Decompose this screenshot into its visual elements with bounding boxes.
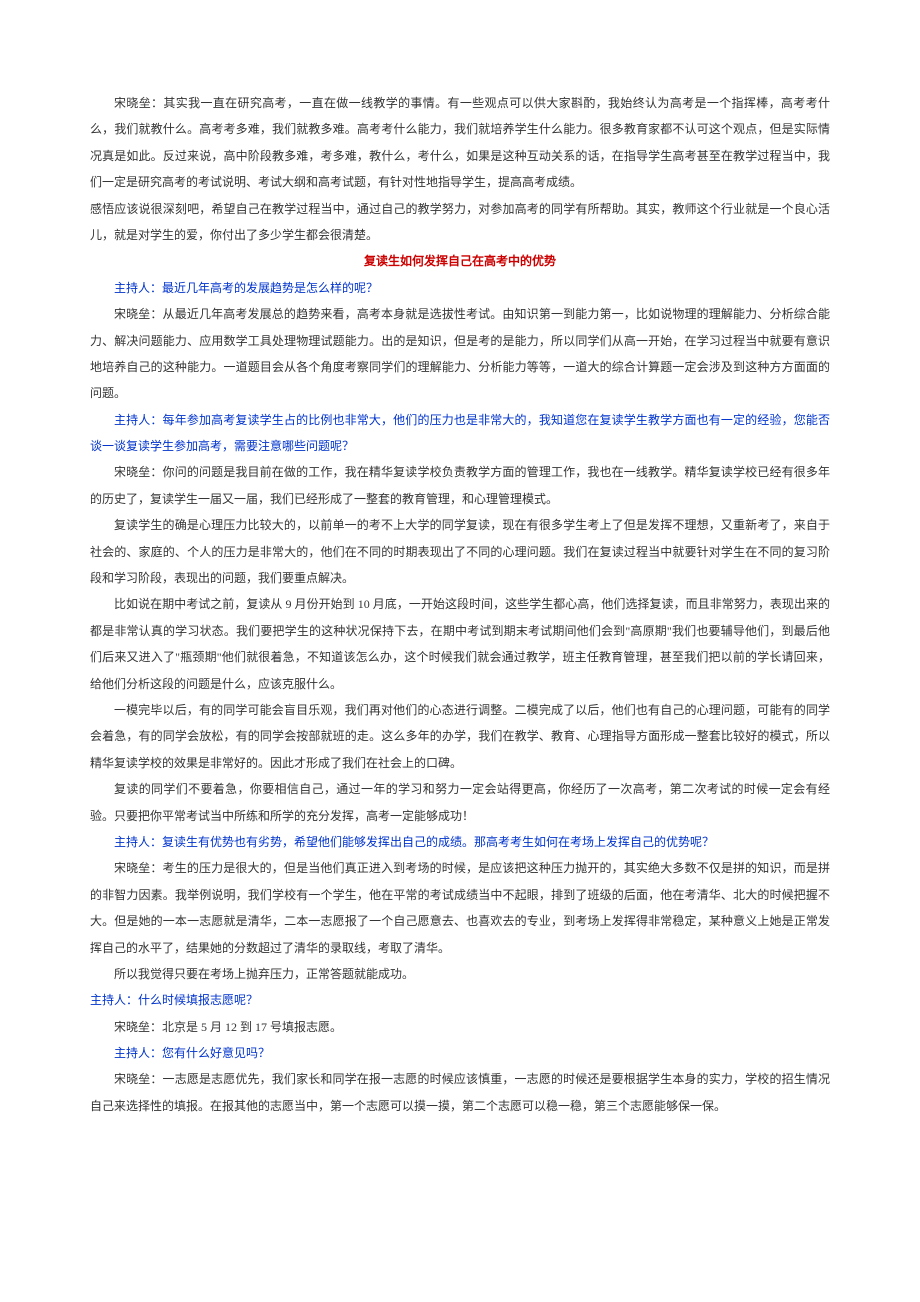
answer-paragraph: 宋晓垒：北京是 5 月 12 到 17 号填报志愿。: [90, 1014, 830, 1040]
answer-paragraph: 宋晓垒：考生的压力是很大的，但是当他们真正进入到考场的时候，是应该把这种压力抛开…: [90, 855, 830, 961]
host-question: 主持人：每年参加高考复读学生占的比例也非常大，他们的压力也是非常大的，我知道您在…: [90, 407, 830, 460]
answer-paragraph: 感悟应该说很深刻吧，希望自己在教学过程当中，通过自己的教学努力，对参加高考的同学…: [90, 196, 830, 249]
answer-paragraph: 复读的同学们不要着急，你要相信自己，通过一年的学习和努力一定会站得更高，你经历了…: [90, 776, 830, 829]
host-question: 主持人：您有什么好意见吗？: [90, 1040, 830, 1066]
section-heading: 复读生如何发挥自己在高考中的优势: [90, 248, 830, 274]
answer-paragraph: 宋晓垒：从最近几年高考发展总的趋势来看，高考本身就是选拔性考试。由知识第一到能力…: [90, 301, 830, 407]
answer-paragraph: 一模完毕以后，有的同学可能会盲目乐观，我们再对他们的心态进行调整。二模完成了以后…: [90, 697, 830, 776]
answer-paragraph: 宋晓垒：一志愿是志愿优先，我们家长和同学在报一志愿的时候应该慎重，一志愿的时候还…: [90, 1066, 830, 1119]
answer-paragraph: 宋晓垒：其实我一直在研究高考，一直在做一线教学的事情。有一些观点可以供大家斟酌，…: [90, 90, 830, 196]
host-question: 主持人：复读生有优势也有劣势，希望他们能够发挥出自己的成绩。那高考考生如何在考场…: [90, 829, 830, 855]
article-page: 宋晓垒：其实我一直在研究高考，一直在做一线教学的事情。有一些观点可以供大家斟酌，…: [0, 0, 920, 1209]
host-question: 主持人：什么时候填报志愿呢？: [90, 987, 830, 1013]
answer-paragraph: 所以我觉得只要在考场上抛弃压力，正常答题就能成功。: [90, 961, 830, 987]
host-question: 主持人：最近几年高考的发展趋势是怎么样的呢？: [90, 275, 830, 301]
answer-paragraph: 复读学生的确是心理压力比较大的，以前单一的考不上大学的同学复读，现在有很多学生考…: [90, 512, 830, 591]
answer-paragraph: 宋晓垒：你问的问题是我目前在做的工作，我在精华复读学校负责教学方面的管理工作，我…: [90, 459, 830, 512]
answer-paragraph: 比如说在期中考试之前，复读从 9 月份开始到 10 月底，一开始这段时间，这些学…: [90, 591, 830, 697]
